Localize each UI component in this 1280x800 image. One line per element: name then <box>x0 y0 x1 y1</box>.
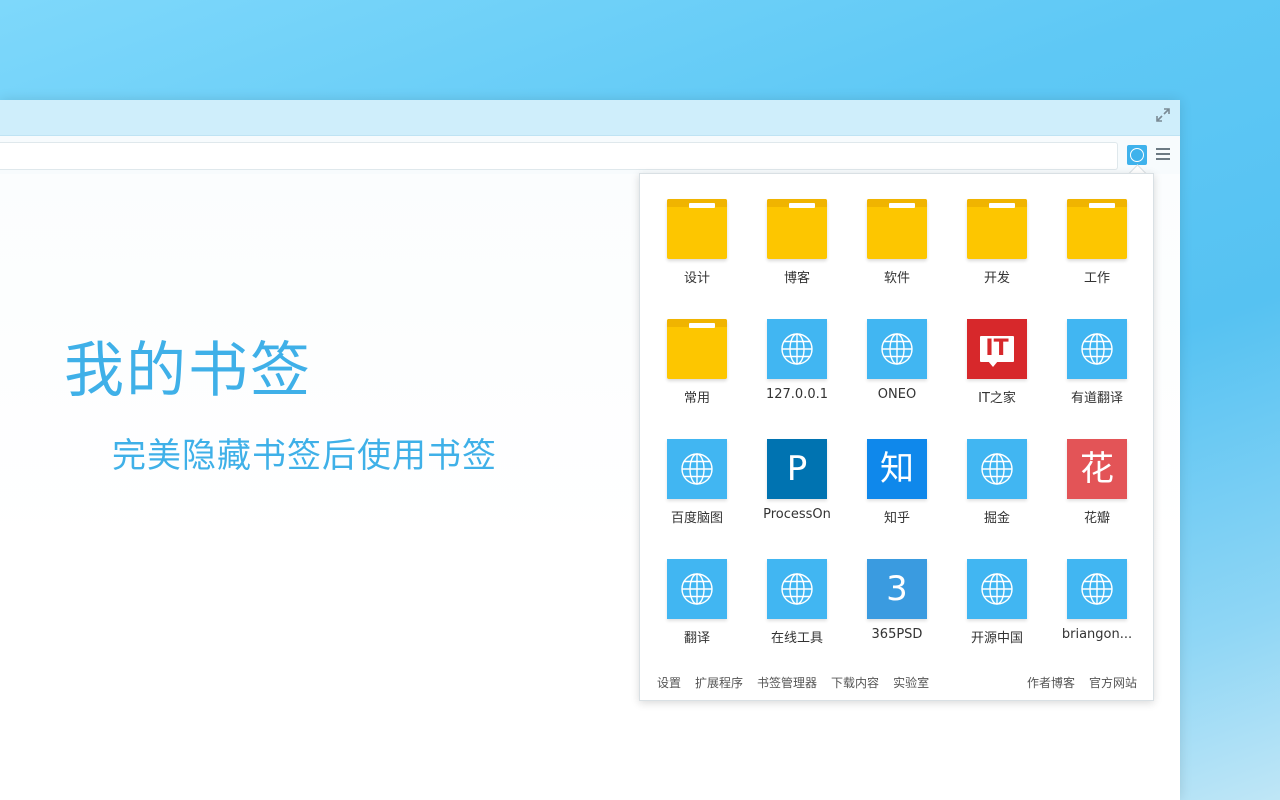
bookmarks-popup: 设计 博客 软件 开发 工作常用 127.0.0.1 ONEO IT IT之家 有道翻译百度脑图 P… <box>639 173 1154 701</box>
bookmark-label: 365PSD <box>871 627 923 642</box>
footer-link[interactable]: 扩展程序 <box>695 676 743 690</box>
globe-icon <box>967 439 1027 499</box>
bookmark-label: 工作 <box>1083 271 1110 286</box>
bookmark-label: 开源中国 <box>970 631 1023 646</box>
bookmark-item[interactable]: briangon... <box>1047 559 1147 679</box>
bookmark-item[interactable]: P ProcessOn <box>747 439 847 559</box>
bookmark-label: 有道翻译 <box>1070 391 1123 406</box>
bookmark-label: ProcessOn <box>763 507 831 522</box>
bookmark-label: 知乎 <box>883 511 910 526</box>
bookmark-label: ONEO <box>877 387 917 402</box>
expand-icon[interactable] <box>1154 108 1172 126</box>
menu-icon[interactable] <box>1156 148 1170 162</box>
site-glyph: 花 <box>1080 449 1114 489</box>
site-letter-icon: 花 <box>1067 439 1127 499</box>
bookmark-item[interactable]: 开发 <box>947 199 1047 319</box>
site-letter-icon: 3 <box>867 559 927 619</box>
bookmark-item[interactable]: 127.0.0.1 <box>747 319 847 439</box>
address-bar[interactable] <box>0 142 1118 170</box>
globe-icon <box>667 559 727 619</box>
globe-icon <box>867 319 927 379</box>
footer-link[interactable]: 下载内容 <box>831 676 879 690</box>
bookmark-label: 百度脑图 <box>670 511 723 526</box>
bookmark-extension-icon[interactable] <box>1127 145 1147 165</box>
bookmark-item[interactable]: 百度脑图 <box>647 439 747 559</box>
site-glyph: 3 <box>886 569 908 609</box>
globe-icon <box>667 439 727 499</box>
globe-icon <box>967 559 1027 619</box>
bookmark-item[interactable]: 开源中国 <box>947 559 1047 679</box>
bookmark-item[interactable]: 在线工具 <box>747 559 847 679</box>
bookmark-label: 设计 <box>683 271 710 286</box>
bookmark-label: IT之家 <box>978 391 1016 406</box>
globe-icon <box>1067 319 1127 379</box>
bookmark-label: 软件 <box>883 271 910 286</box>
bookmark-item[interactable]: ONEO <box>847 319 947 439</box>
bookmark-label: 127.0.0.1 <box>765 387 829 402</box>
globe-icon <box>1067 559 1127 619</box>
hero-title: 我的书签 <box>64 336 312 406</box>
bookmark-item[interactable]: 设计 <box>647 199 747 319</box>
bookmark-label: 博客 <box>783 271 810 286</box>
bookmark-item[interactable]: 常用 <box>647 319 747 439</box>
popup-footer: 设置 扩展程序 书签管理器 下载内容 实验室 作者博客 官方网站 <box>657 674 1137 694</box>
bookmark-grid: 设计 博客 软件 开发 工作常用 127.0.0.1 ONEO IT IT之家 有道翻译百度脑图 P… <box>647 199 1147 679</box>
folder-icon <box>767 199 827 259</box>
bookmark-label: 开发 <box>983 271 1010 286</box>
footer-link[interactable]: 设置 <box>657 676 681 690</box>
bookmark-item[interactable]: 博客 <box>747 199 847 319</box>
bookmark-item[interactable]: 工作 <box>1047 199 1147 319</box>
folder-icon <box>867 199 927 259</box>
title-bar <box>0 100 1180 136</box>
bookmark-label: briangon... <box>1061 627 1133 642</box>
folder-icon <box>967 199 1027 259</box>
site-glyph: P <box>786 449 808 489</box>
globe-icon <box>767 559 827 619</box>
folder-icon <box>1067 199 1127 259</box>
bookmark-item[interactable]: 软件 <box>847 199 947 319</box>
footer-link[interactable]: 官方网站 <box>1089 676 1137 690</box>
site-letter-icon: P <box>767 439 827 499</box>
bookmark-item[interactable]: IT IT之家 <box>947 319 1047 439</box>
globe-icon <box>767 319 827 379</box>
bookmark-item[interactable]: 掘金 <box>947 439 1047 559</box>
footer-link[interactable]: 书签管理器 <box>757 676 817 690</box>
folder-icon <box>667 319 727 379</box>
ithome-icon: IT <box>967 319 1027 379</box>
bookmark-label: 翻译 <box>683 631 710 646</box>
folder-icon <box>667 199 727 259</box>
footer-link[interactable]: 作者博客 <box>1027 676 1075 690</box>
bookmark-label: 在线工具 <box>770 631 823 646</box>
hero-subtitle: 完美隐藏书签后使用书签 <box>112 436 497 476</box>
bookmark-item[interactable]: 知知乎 <box>847 439 947 559</box>
site-glyph: 知 <box>880 449 914 489</box>
bookmark-item[interactable]: 3 365PSD <box>847 559 947 679</box>
bookmark-label: 掘金 <box>983 511 1010 526</box>
bookmark-label: 花瓣 <box>1083 511 1110 526</box>
footer-link[interactable]: 实验室 <box>893 676 929 690</box>
site-letter-icon: 知 <box>867 439 927 499</box>
bookmark-item[interactable]: 有道翻译 <box>1047 319 1147 439</box>
bookmark-label: 常用 <box>683 391 710 406</box>
toolbar <box>0 136 1180 175</box>
bookmark-item[interactable]: 花花瓣 <box>1047 439 1147 559</box>
bookmark-item[interactable]: 翻译 <box>647 559 747 679</box>
